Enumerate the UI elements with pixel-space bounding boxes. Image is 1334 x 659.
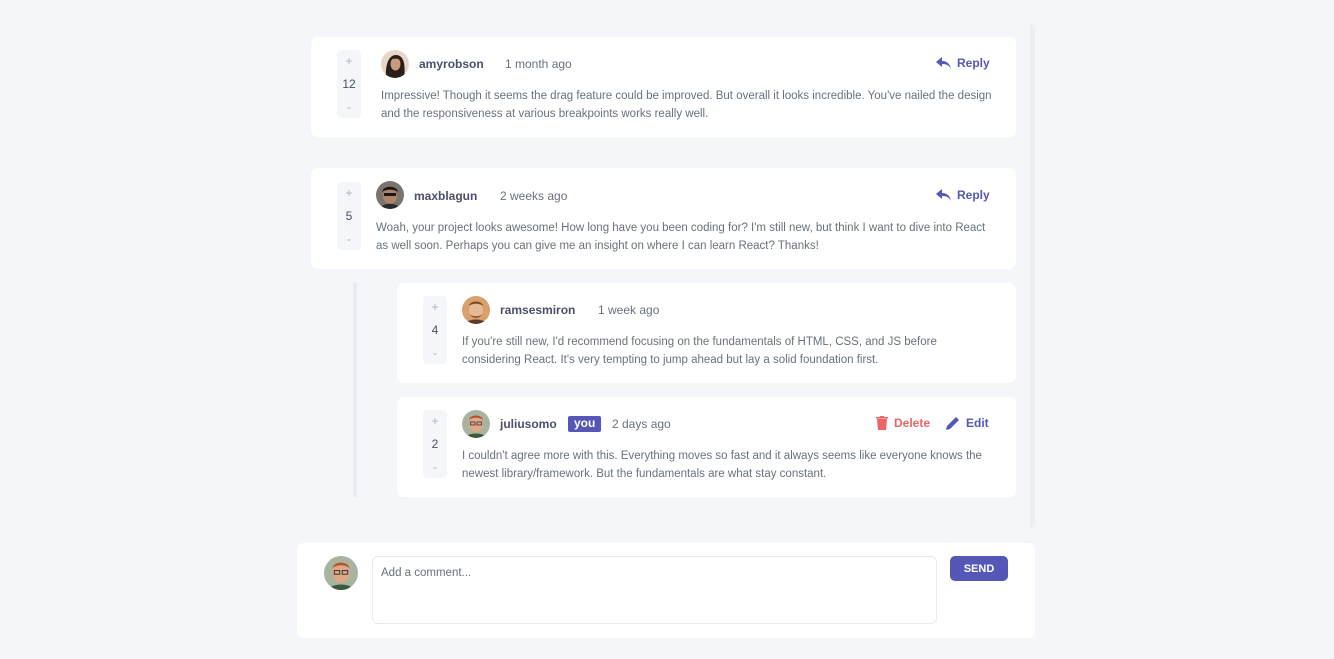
reply-label: Reply <box>957 188 990 202</box>
score: 4 <box>431 323 439 337</box>
delete-button[interactable]: Delete <box>876 416 930 430</box>
delete-label: Delete <box>894 416 931 430</box>
score: 12 <box>342 77 356 91</box>
downvote-button[interactable]: - <box>347 232 351 246</box>
reply-button[interactable]: Reply <box>936 56 990 70</box>
comment-username[interactable]: amyrobson <box>419 57 484 71</box>
comment-time: 2 weeks ago <box>500 189 568 203</box>
comment-content: Woah, your project looks awesome! How lo… <box>376 222 986 252</box>
comment-time: 1 month ago <box>505 57 572 71</box>
avatar <box>462 296 490 324</box>
upvote-button[interactable]: + <box>431 300 438 314</box>
reply-icon <box>936 56 951 69</box>
upvote-button[interactable]: + <box>431 414 438 428</box>
send-button[interactable]: SEND <box>950 556 1008 581</box>
score: 5 <box>345 209 353 223</box>
score: 2 <box>431 437 439 451</box>
edit-label: Edit <box>966 416 989 430</box>
reply-username[interactable]: ramsesmiron <box>500 303 575 317</box>
reply-label: Reply <box>957 56 990 70</box>
comment-input[interactable] <box>372 556 937 624</box>
edit-button[interactable]: Edit <box>946 416 989 430</box>
comment-username[interactable]: maxblagun <box>414 189 477 203</box>
downvote-button[interactable]: - <box>433 460 437 474</box>
reply-card: + 4 - ramsesmiron 1 week ago If you're s… <box>397 283 1016 383</box>
reply-card: + 2 - juliusomo you 2 days ago Delete Ed… <box>397 397 1016 497</box>
reply-icon <box>936 188 951 201</box>
you-badge: you <box>568 416 602 432</box>
downvote-button[interactable]: - <box>347 100 351 114</box>
reply-time: 2 days ago <box>612 417 671 431</box>
current-user-avatar <box>324 556 358 590</box>
reply-thread-line <box>353 283 357 497</box>
compose-card: SEND <box>297 543 1035 638</box>
reply-content: If you're still new, I'd recommend focus… <box>462 336 937 366</box>
reply-content: I couldn't agree more with this. Everyth… <box>462 450 982 480</box>
trash-icon <box>876 416 888 430</box>
reply-username[interactable]: juliusomo <box>500 417 557 431</box>
reply-button[interactable]: Reply <box>936 188 990 202</box>
reply-time: 1 week ago <box>598 303 660 317</box>
avatar <box>381 50 409 78</box>
upvote-button[interactable]: + <box>345 186 352 200</box>
downvote-button[interactable]: - <box>433 346 437 360</box>
comment-card: + 12 - amyrobson 1 month ago Reply Impre… <box>311 37 1016 137</box>
upvote-button[interactable]: + <box>345 54 352 68</box>
vote-control: + 12 - <box>337 50 361 118</box>
avatar <box>376 181 404 209</box>
vote-control: + 2 - <box>423 410 447 478</box>
pencil-icon <box>946 417 959 430</box>
comment-content: Impressive! Though it seems the drag fea… <box>381 90 992 120</box>
scrollbar-track[interactable] <box>1030 25 1035 527</box>
vote-control: + 4 - <box>423 296 447 364</box>
avatar <box>462 410 490 438</box>
comment-card: + 5 - maxblagun 2 weeks ago Reply Woah, … <box>311 168 1016 269</box>
vote-control: + 5 - <box>337 182 361 250</box>
